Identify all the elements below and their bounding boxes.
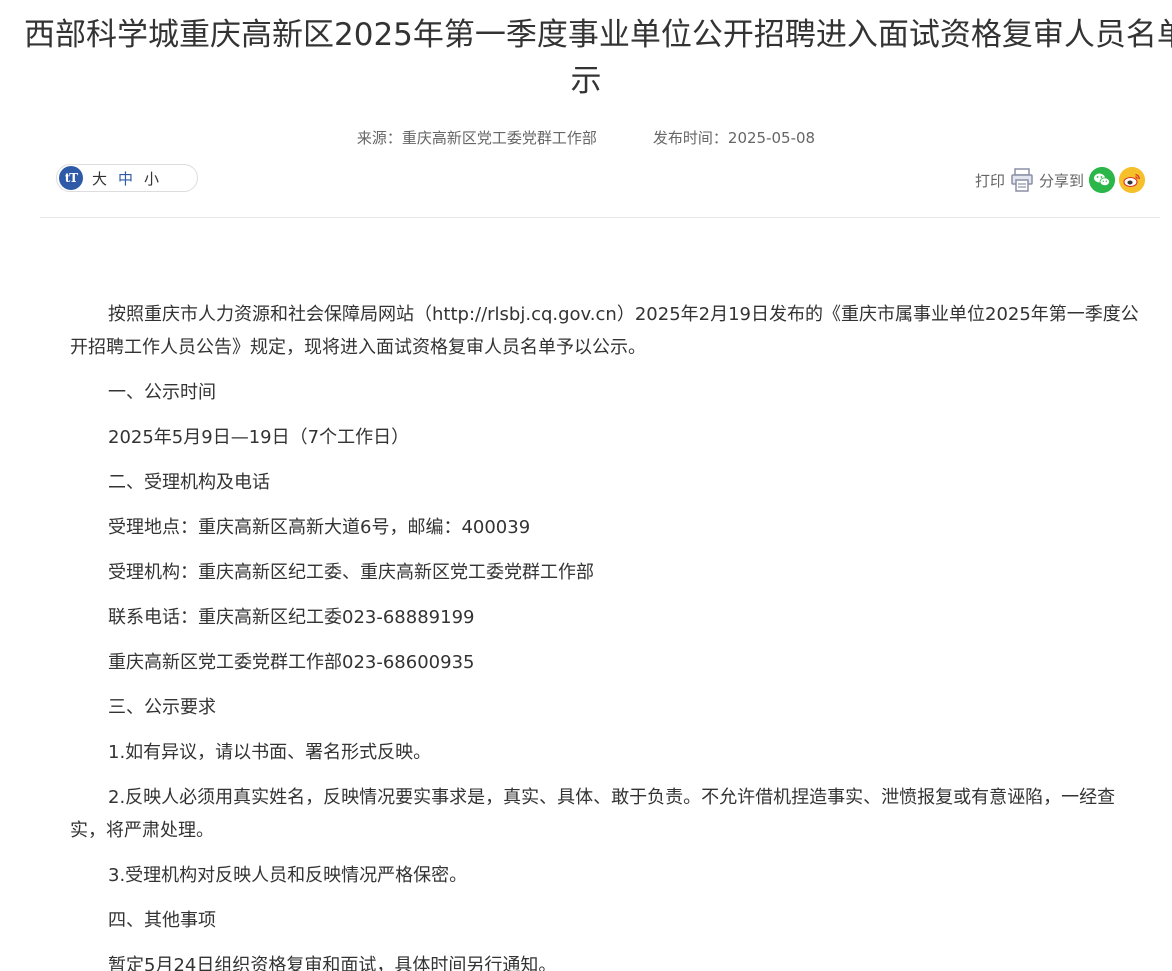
paragraph-intro: 按照重庆市人力资源和社会保障局网站（http://rlsbj.cq.gov.cn… <box>70 304 1139 358</box>
weibo-icon[interactable] <box>1119 167 1145 193</box>
paragraph: 3.受理机构对反映人员和反映情况严格保密。 <box>108 865 468 886</box>
date-label: 发布时间： <box>652 129 728 147</box>
font-size-large-button[interactable]: 大 <box>92 168 107 189</box>
page-title: 西部科学城重庆高新区2025年第一季度事业单位公开招聘进入面试资格复审人员名单公… <box>0 12 1172 104</box>
article-meta: 来源：重庆高新区党工委党群工作部 发布时间：2025-05-08 <box>0 127 1172 148</box>
paragraph: 2025年5月9日—19日（7个工作日） <box>108 427 410 448</box>
section-heading: 三、公示要求 <box>108 697 216 718</box>
paragraph: 联系电话：重庆高新区纪工委023-68889199 <box>108 607 475 628</box>
paragraph: 2.反映人必须用真实姓名，反映情况要实事求是，真实、具体、敢于负责。不允许借机捏… <box>70 787 1116 841</box>
page-title-line2: 示 <box>570 63 602 99</box>
paragraph: 1.如有异议，请以书面、署名形式反映。 <box>108 742 432 763</box>
source-info: 来源：重庆高新区党工委党群工作部 <box>357 129 597 147</box>
paragraph: 暂定5月24日组织资格复审和面试，具体时间另行通知。 <box>108 955 557 971</box>
print-button[interactable]: 打印 <box>975 170 1005 191</box>
font-size-small-button[interactable]: 小 <box>144 168 159 189</box>
source-value: 重庆高新区党工委党群工作部 <box>401 129 597 147</box>
section-heading: 二、受理机构及电话 <box>108 472 270 493</box>
paragraph: 受理机构：重庆高新区纪工委、重庆高新区党工委党群工作部 <box>108 562 594 583</box>
date-value: 2025-05-08 <box>727 129 816 147</box>
page-title-line1: 西部科学城重庆高新区2025年第一季度事业单位公开招聘进入面试资格复审人员名单公 <box>24 17 1172 53</box>
section-heading: 一、公示时间 <box>108 382 216 403</box>
article-page: 西部科学城重庆高新区2025年第一季度事业单位公开招聘进入面试资格复审人员名单公… <box>0 0 1172 971</box>
wechat-icon[interactable] <box>1089 167 1115 193</box>
article-body: 按照重庆市人力资源和社会保障局网站（http://rlsbj.cq.gov.cn… <box>70 298 1140 971</box>
header-divider <box>40 217 1160 218</box>
section-heading: 四、其他事项 <box>108 910 216 931</box>
publish-date-info: 发布时间：2025-05-08 <box>653 129 815 147</box>
font-size-medium-button[interactable]: 中 <box>118 168 133 189</box>
paragraph: 受理地点：重庆高新区高新大道6号，邮编：400039 <box>108 517 531 538</box>
source-label: 来源： <box>356 129 402 147</box>
paragraph: 重庆高新区党工委党群工作部023-68600935 <box>108 652 475 673</box>
print-icon[interactable] <box>1011 168 1033 192</box>
share-label: 分享到 <box>1038 171 1084 190</box>
font-size-icon: tT <box>59 166 83 190</box>
share-toolbar: 打印 分享到 <box>975 166 1145 194</box>
font-size-switcher: tT 大 中 小 <box>56 164 198 192</box>
